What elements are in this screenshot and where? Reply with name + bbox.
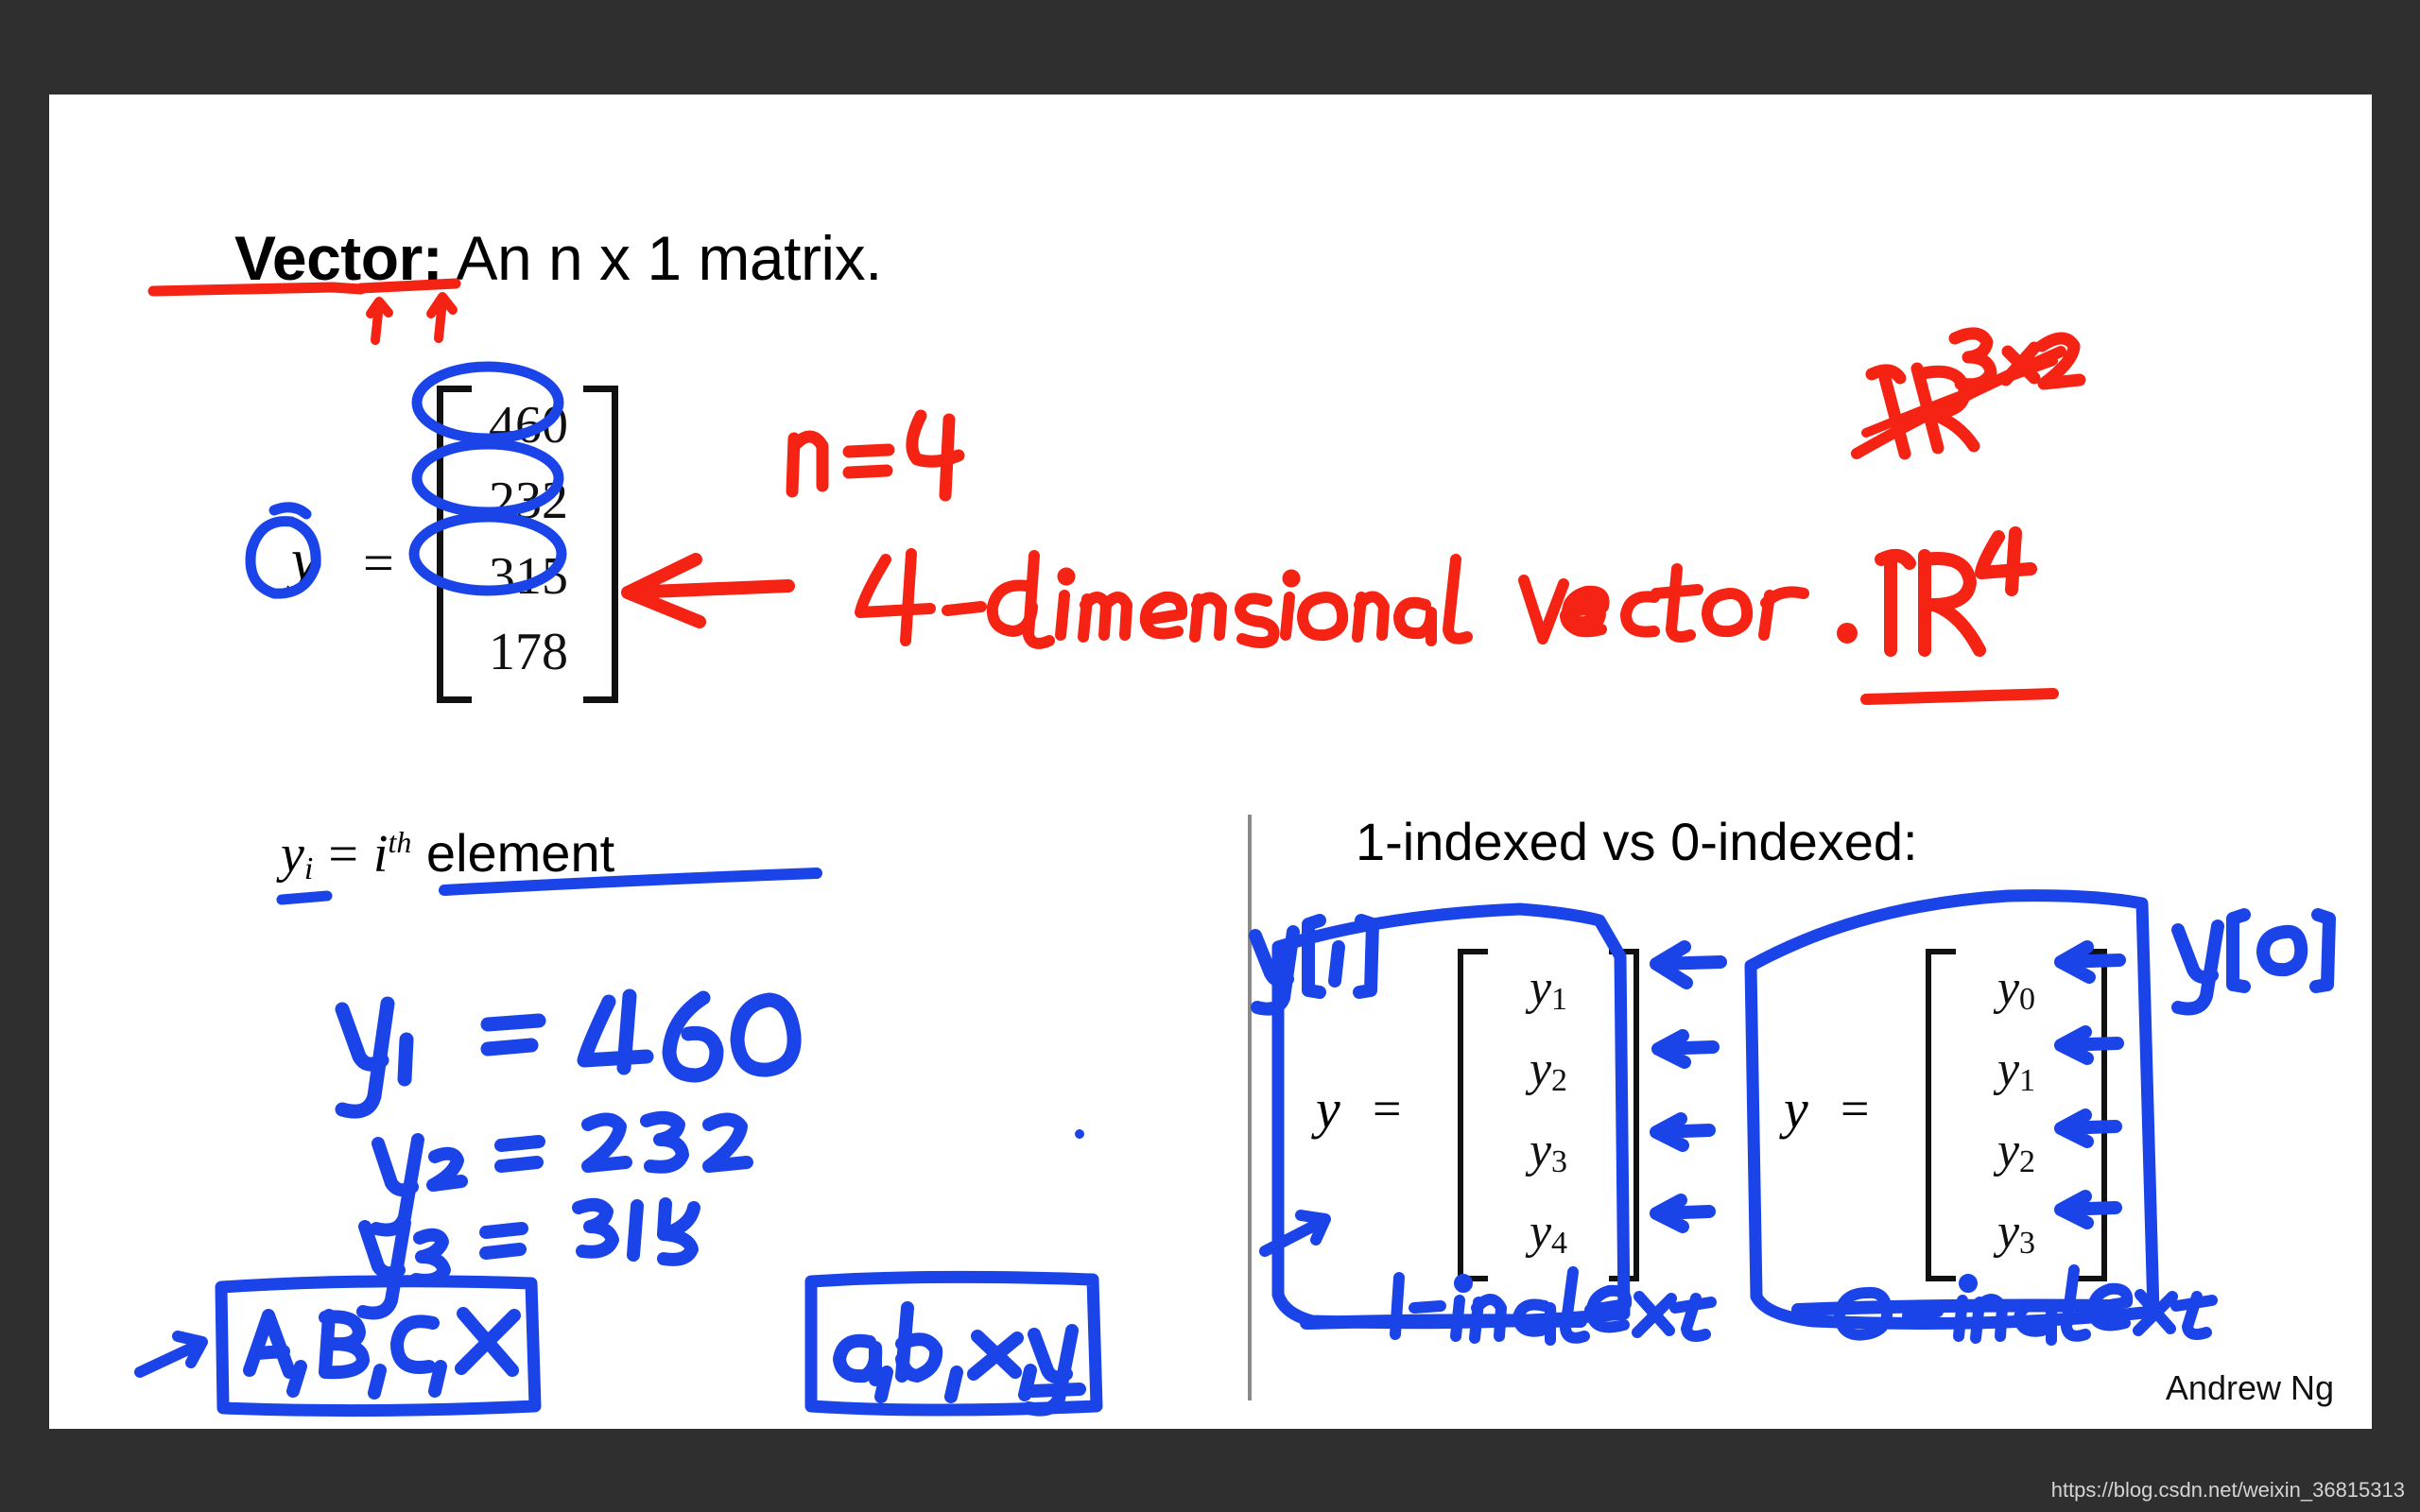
blue-letters-abcx <box>243 1307 521 1400</box>
red-note-R-4 <box>1860 526 2059 705</box>
element-ith-sup: th <box>388 825 412 859</box>
blue-arrow-into-box-upper <box>134 1331 208 1378</box>
blue-label-one-indexed-text <box>1390 1266 1717 1346</box>
red-arrow-up-one <box>426 292 458 343</box>
vector-value: 178 <box>489 623 568 681</box>
one-indexed-label: y <box>1316 1078 1340 1140</box>
vector-matrix: y = 460 232 315 178 <box>248 359 701 756</box>
one-indexed-row: y4 <box>1529 1205 1568 1261</box>
blue-arrow-to-one-indexed <box>1259 1210 1331 1257</box>
zero-indexed-row: y0 <box>1996 961 2036 1017</box>
zero-indexed-row: y3 <box>1996 1205 2036 1261</box>
watermark-url: https://blog.csdn.net/weixin_36815313 <box>2050 1478 2405 1502</box>
blue-label-zero-indexed-text <box>1834 1264 2218 1346</box>
blue-box-upper <box>215 1275 542 1418</box>
red-arrow-up-n <box>366 297 393 345</box>
page-title: Vector: An n x 1 matrix. <box>234 222 882 294</box>
blue-arrows-one-indexed <box>1650 940 1727 1233</box>
zero-indexed-row: y1 <box>1996 1042 2036 1098</box>
one-indexed-row: y1 <box>1529 961 1568 1017</box>
zero-indexed-label: y <box>1784 1078 1808 1140</box>
blue-box-lower <box>804 1270 1103 1417</box>
blue-underline-zero-indexed-frame <box>1791 1298 2117 1316</box>
blue-dot-mark <box>1075 1129 1084 1139</box>
blue-eq-y2-232 <box>370 1110 753 1237</box>
author-credit: Andrew Ng <box>2165 1368 2334 1407</box>
vector-equals: = <box>363 532 394 593</box>
blue-eq-y3-315 <box>356 1197 700 1320</box>
page-title-rest: An n x 1 matrix. <box>442 223 882 293</box>
red-note-4-dimensional-vector <box>855 548 1858 649</box>
blue-label-y-bracket-i <box>1249 914 1379 1016</box>
one-indexed-equals: = <box>1373 1080 1402 1137</box>
indexed-heading: 1-indexed vs 0-indexed: <box>1356 812 1918 871</box>
red-note-n-equals-4 <box>786 409 965 502</box>
one-indexed-row: y2 <box>1529 1042 1568 1098</box>
vector-value: 232 <box>489 472 568 530</box>
blue-underline-yi <box>276 890 333 905</box>
element-equals: = <box>328 825 358 884</box>
element-word: element <box>411 823 615 883</box>
blue-letters-abxy <box>833 1301 1086 1417</box>
slide-canvas: Vector: An n x 1 matrix. y = 460 232 315… <box>49 94 2372 1429</box>
zero-indexed-equals: = <box>1841 1080 1870 1137</box>
screenshot-root: Vector: An n x 1 matrix. y = 460 232 315… <box>0 0 2420 1512</box>
blue-underline-one-indexed-frame <box>1300 1314 1587 1330</box>
vertical-divider <box>1248 815 1252 1400</box>
zero-indexed-row: y2 <box>1996 1124 2036 1179</box>
vector-value: 460 <box>489 396 568 455</box>
blue-eq-y1-460 <box>335 988 802 1119</box>
element-var: y <box>281 825 304 884</box>
red-note-R-3x2-crossed <box>1851 327 2086 460</box>
blue-label-y-bracket-0 <box>2171 908 2336 1016</box>
element-ith: i <box>372 825 389 884</box>
element-definition: yi = ith element <box>281 822 614 887</box>
page-title-bold: Vector: <box>234 223 443 293</box>
vector-value: 315 <box>489 547 568 606</box>
element-sub: i <box>303 851 314 886</box>
vector-label: y <box>291 528 318 593</box>
one-indexed-row: y3 <box>1529 1124 1568 1179</box>
